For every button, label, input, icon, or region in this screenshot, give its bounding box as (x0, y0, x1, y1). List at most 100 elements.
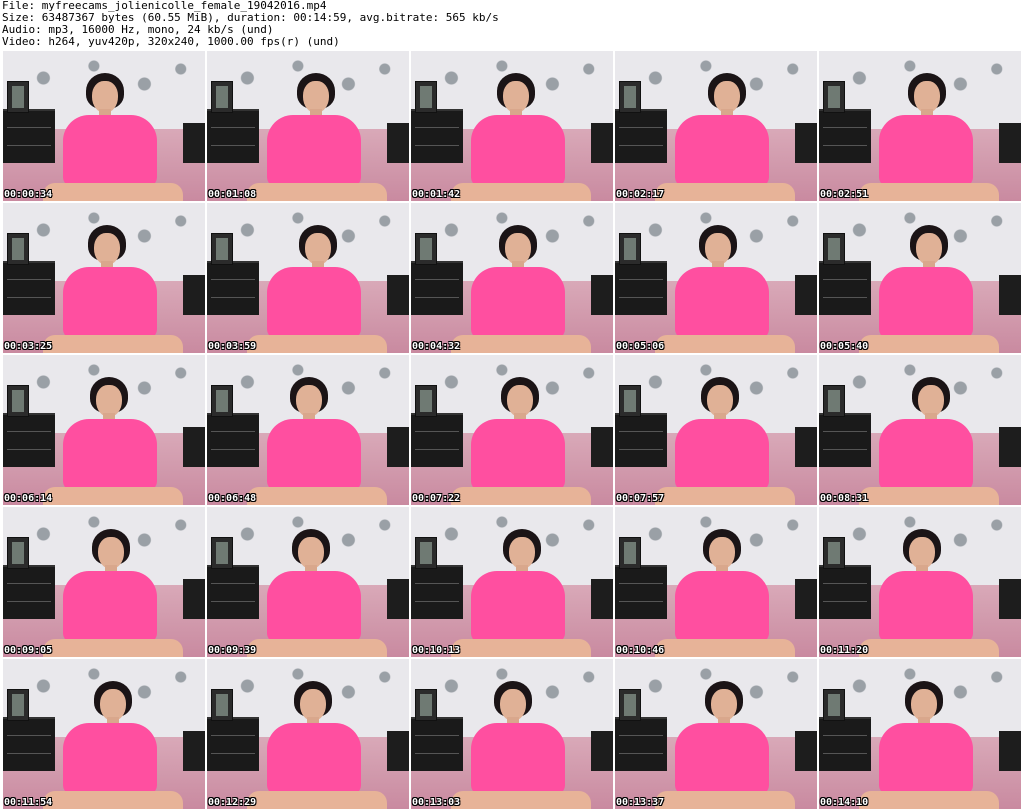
person-legs (859, 335, 999, 353)
nightstand-right (999, 427, 1021, 467)
timestamp-label: 00:06:14 (4, 493, 53, 504)
photo-frame (7, 385, 29, 417)
pink-shirt (471, 723, 565, 795)
timestamp-label: 00:11:54 (4, 797, 53, 808)
timestamp-label: 00:10:46 (616, 645, 665, 656)
nightstand-right (795, 427, 817, 467)
person-legs (655, 183, 795, 201)
nightstand-right (591, 427, 613, 467)
nightstand-right (999, 275, 1021, 315)
timestamp-label: 00:10:13 (412, 645, 461, 656)
person-legs (247, 487, 387, 505)
nightstand-right (591, 123, 613, 163)
video-thumbnail: 00:07:22 (411, 355, 613, 505)
timestamp-label: 00:04:32 (412, 341, 461, 352)
nightstand-left (207, 413, 259, 467)
person-legs (43, 183, 183, 201)
nightstand-right (795, 579, 817, 619)
nightstand-left (615, 109, 667, 163)
pink-shirt (471, 419, 565, 491)
timestamp-label: 00:07:57 (616, 493, 665, 504)
pink-shirt (675, 267, 769, 339)
photo-frame (823, 81, 845, 113)
video-thumbnail: 00:11:54 (3, 659, 205, 809)
photo-frame (211, 689, 233, 721)
pink-shirt (267, 267, 361, 339)
timestamp-label: 00:12:29 (208, 797, 257, 808)
thumbnail-grid: 00:00:34 00:01:08 00:01:42 00:02:17 00:02:51… (2, 50, 1022, 810)
video-thumbnail: 00:03:59 (207, 203, 409, 353)
timestamp-label: 00:09:05 (4, 645, 53, 656)
nightstand-right (591, 579, 613, 619)
photo-frame (415, 385, 437, 417)
file-info-header: File: myfreecams_jolienicolle_female_190… (2, 0, 1022, 48)
person-legs (859, 183, 999, 201)
pink-shirt (63, 115, 157, 187)
photo-frame (415, 689, 437, 721)
timestamp-label: 00:05:40 (820, 341, 869, 352)
video-thumbnail: 00:11:20 (819, 507, 1021, 657)
video-thumbnail: 00:02:17 (615, 51, 817, 201)
pink-shirt (675, 723, 769, 795)
nightstand-left (3, 261, 55, 315)
person-legs (43, 639, 183, 657)
video-thumbnail: 00:05:06 (615, 203, 817, 353)
pink-shirt (879, 115, 973, 187)
person-legs (451, 183, 591, 201)
timestamp-label: 00:05:06 (616, 341, 665, 352)
nightstand-left (207, 109, 259, 163)
timestamp-label: 00:09:39 (208, 645, 257, 656)
photo-frame (211, 81, 233, 113)
nightstand-left (207, 261, 259, 315)
video-thumbnail: 00:14:10 (819, 659, 1021, 809)
person-legs (655, 639, 795, 657)
video-thumbnail: 00:06:48 (207, 355, 409, 505)
video-thumbnail: 00:00:34 (3, 51, 205, 201)
nightstand-left (615, 261, 667, 315)
nightstand-left (819, 717, 871, 771)
pink-shirt (879, 571, 973, 643)
file-name-line: File: myfreecams_jolienicolle_female_190… (2, 0, 327, 12)
nightstand-right (387, 427, 409, 467)
person-legs (43, 487, 183, 505)
pink-shirt (63, 571, 157, 643)
timestamp-label: 00:13:03 (412, 797, 461, 808)
nightstand-right (795, 123, 817, 163)
pink-shirt (267, 115, 361, 187)
nightstand-right (999, 731, 1021, 771)
person-legs (859, 487, 999, 505)
photo-frame (211, 233, 233, 265)
video-info-line: Video: h264, yuv420p, 320x240, 1000.00 f… (2, 36, 340, 48)
video-thumbnail: 00:10:13 (411, 507, 613, 657)
video-thumbnail: 00:03:25 (3, 203, 205, 353)
video-thumbnail: 00:01:42 (411, 51, 613, 201)
nightstand-left (3, 109, 55, 163)
timestamp-label: 00:14:10 (820, 797, 869, 808)
photo-frame (619, 385, 641, 417)
nightstand-right (183, 579, 205, 619)
photo-frame (619, 81, 641, 113)
nightstand-left (819, 565, 871, 619)
nightstand-left (819, 413, 871, 467)
person-legs (451, 639, 591, 657)
timestamp-label: 00:02:51 (820, 189, 869, 200)
nightstand-right (183, 731, 205, 771)
pink-shirt (879, 723, 973, 795)
photo-frame (7, 81, 29, 113)
person-legs (247, 335, 387, 353)
person-legs (43, 791, 183, 809)
nightstand-left (207, 717, 259, 771)
nightstand-right (183, 275, 205, 315)
photo-frame (823, 537, 845, 569)
video-thumbnail: 00:01:08 (207, 51, 409, 201)
pink-shirt (675, 571, 769, 643)
pink-shirt (471, 571, 565, 643)
pink-shirt (267, 723, 361, 795)
nightstand-right (999, 123, 1021, 163)
video-thumbnail: 00:13:03 (411, 659, 613, 809)
timestamp-label: 00:01:08 (208, 189, 257, 200)
timestamp-label: 00:06:48 (208, 493, 257, 504)
pink-shirt (471, 115, 565, 187)
photo-frame (823, 233, 845, 265)
person-legs (247, 183, 387, 201)
